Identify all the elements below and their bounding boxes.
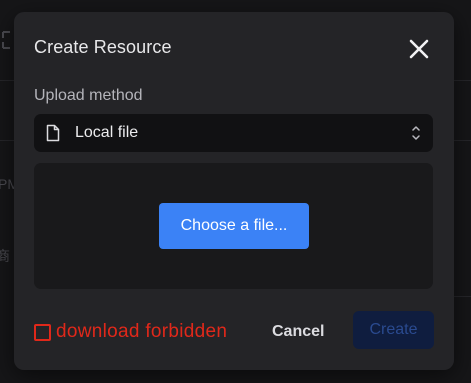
upload-method-select[interactable]: Local file	[34, 114, 433, 152]
create-resource-dialog: Create Resource Upload method Local file	[14, 12, 454, 370]
close-icon	[404, 34, 434, 64]
download-forbidden-option[interactable]: download forbidden	[34, 320, 227, 344]
choose-file-button[interactable]: Choose a file...	[159, 203, 309, 249]
background-divider	[454, 80, 471, 81]
background-divider	[0, 140, 14, 141]
chevron-up-down-icon	[411, 124, 421, 142]
create-button[interactable]: Create	[353, 311, 434, 349]
background-resize-icon	[2, 30, 11, 50]
background-divider	[454, 140, 471, 141]
background-app: PM 商 Create Resource Upload method Local…	[0, 0, 471, 383]
download-forbidden-label: download forbidden	[56, 321, 228, 342]
background-text-char: 商	[0, 248, 10, 264]
background-divider	[454, 296, 471, 297]
download-forbidden-checkbox[interactable]	[34, 323, 51, 341]
upload-method-value: Local file	[75, 124, 139, 141]
background-divider	[0, 80, 14, 81]
file-icon	[46, 124, 60, 142]
dialog-title: Create Resource	[34, 37, 172, 57]
close-button[interactable]	[404, 34, 434, 64]
upload-method-label: Upload method	[34, 87, 143, 104]
file-dropzone[interactable]: Choose a file...	[34, 163, 433, 289]
cancel-button[interactable]: Cancel	[272, 317, 324, 347]
